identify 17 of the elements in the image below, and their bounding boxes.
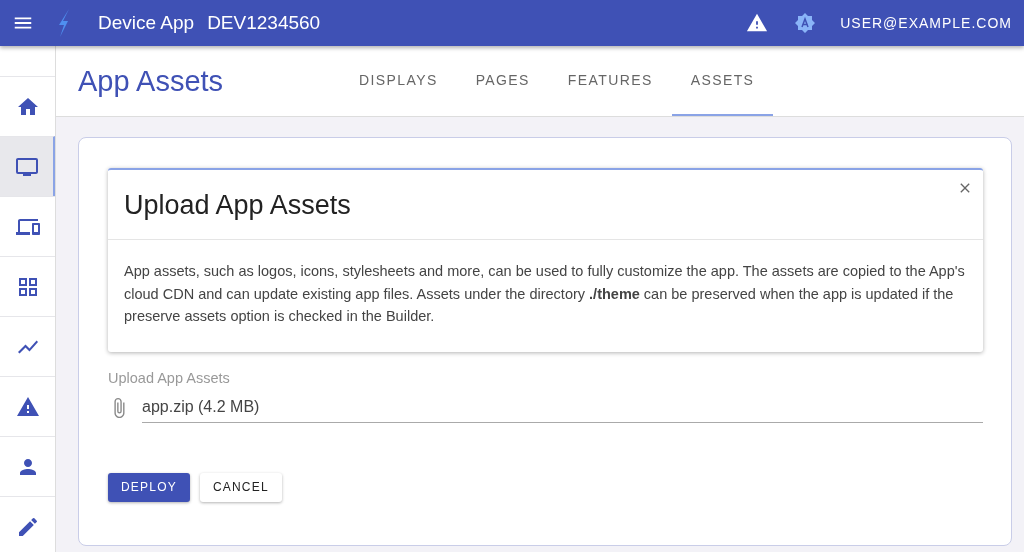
device-id: DEV1234560 xyxy=(207,12,321,34)
user-email[interactable]: USER@EXAMPLE.COM xyxy=(840,15,1012,31)
field-label: Upload App Assets xyxy=(108,369,231,386)
cancel-button[interactable]: CANCEL xyxy=(199,472,282,502)
dialog-text: App assets, such as logos, icons, stylesheets and more, can be used to fully customize the app. The assets are copied to the App's cloud CDN and can update existing app files. Assets under the directory ./theme can be preserved when the app is updated if the preserve assets option is checked in the Builder. xyxy=(123,262,966,326)
deploy-button[interactable]: DEPLOY xyxy=(108,472,190,502)
tab[interactable]: FEATURES xyxy=(548,46,672,116)
app-name: Device App xyxy=(98,12,195,34)
sidebar-item[interactable] xyxy=(0,136,55,196)
tab[interactable]: PAGES xyxy=(456,46,549,116)
tab[interactable]: ASSETS xyxy=(671,46,774,116)
file-input-field[interactable]: app.zip (4.2 MB) xyxy=(142,393,983,423)
badge-icon[interactable] xyxy=(794,12,817,34)
page-title: App Assets xyxy=(78,64,225,98)
tab[interactable]: DISPLAYS xyxy=(340,46,457,116)
dialog-title: Upload App Assets xyxy=(108,170,983,240)
warning-icon[interactable] xyxy=(746,12,769,34)
